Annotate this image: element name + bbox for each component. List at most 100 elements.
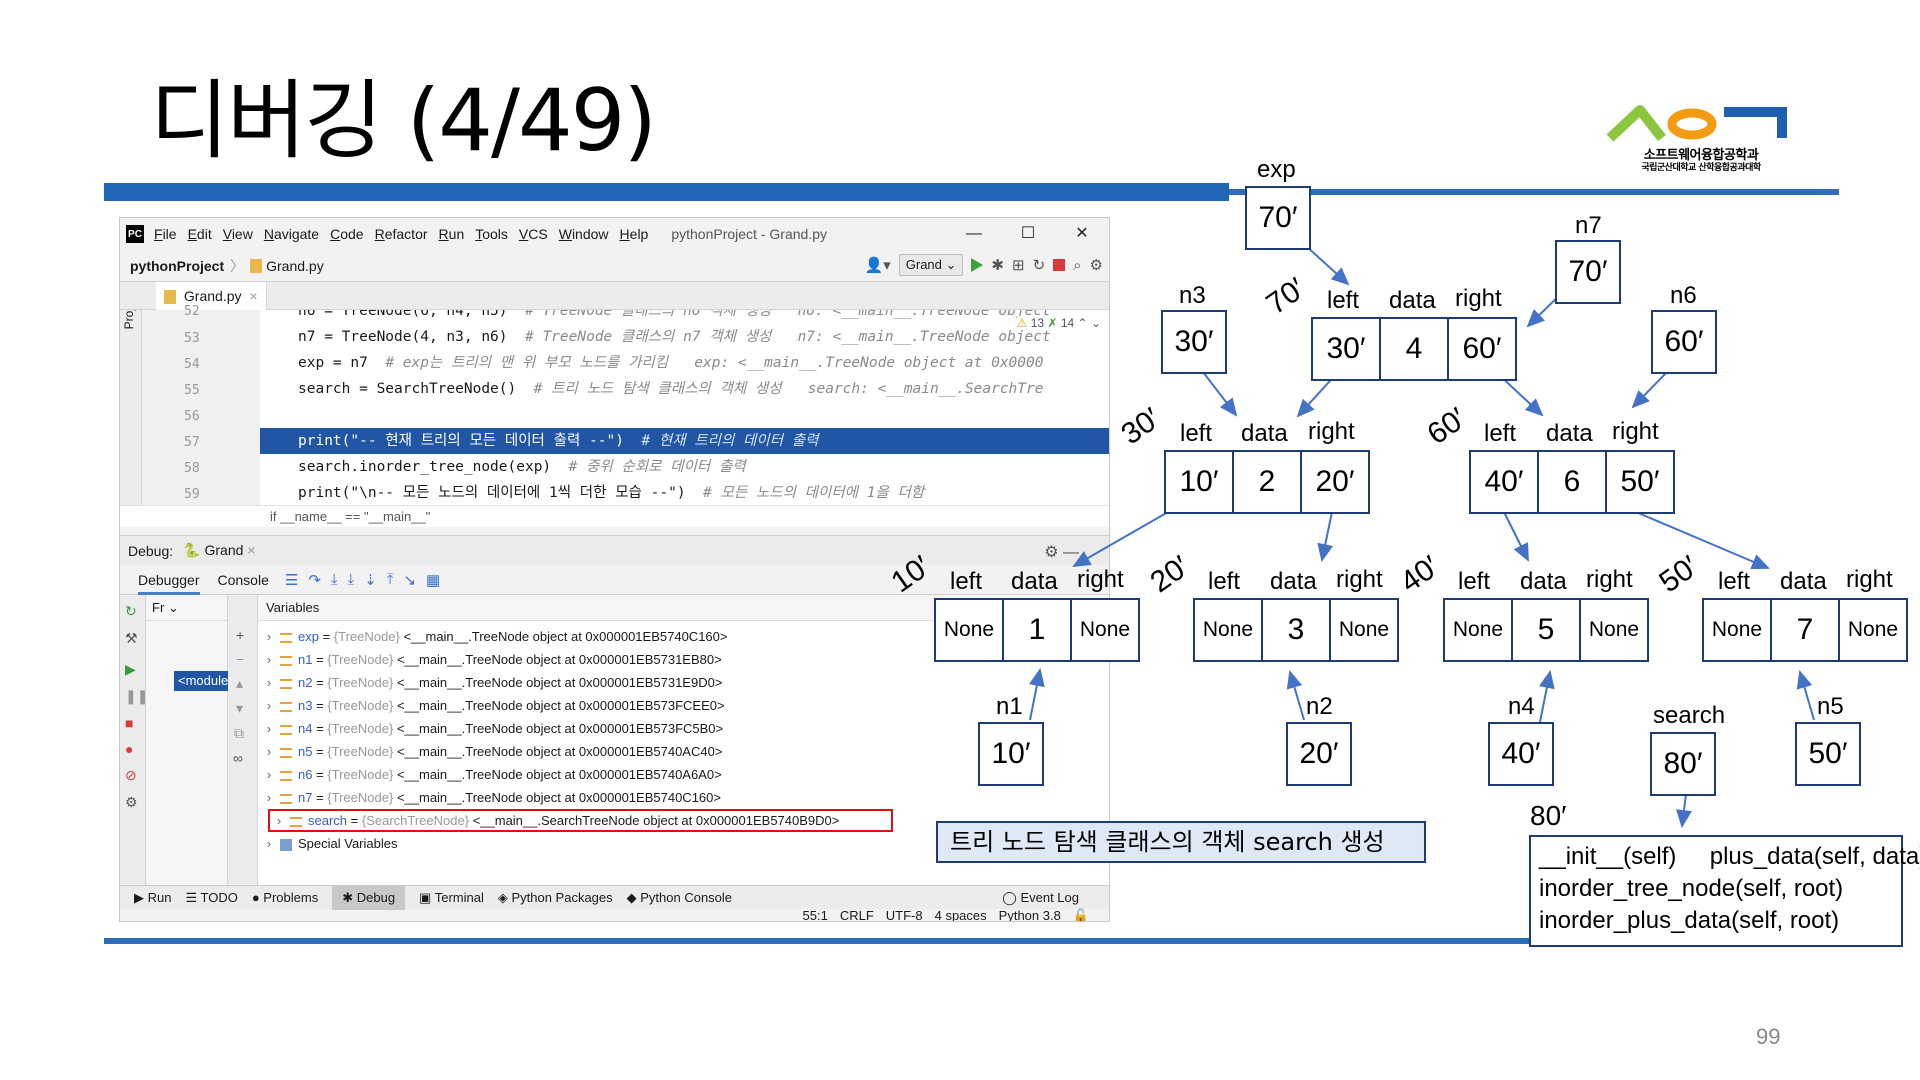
rerun-icon[interactable]: ↻ — [125, 603, 145, 620]
close-tab-icon[interactable]: × — [247, 542, 255, 558]
step-over-icon[interactable]: ↷ — [308, 571, 321, 589]
expand-arrow-icon[interactable]: › — [258, 648, 280, 671]
code-editor[interactable]: n6 = TreeNode(6, n4, n5) # TreeNode 클래스의… — [260, 310, 1109, 505]
menu-vcs[interactable]: VCS — [519, 226, 548, 242]
tool-tab-terminal[interactable]: ▣ Terminal — [419, 890, 484, 906]
menu-tools[interactable]: Tools — [475, 226, 508, 242]
view-breakpoints-icon[interactable]: ● — [125, 741, 145, 757]
breadcrumb-project[interactable]: pythonProject — [130, 258, 224, 274]
expand-arrow-icon[interactable]: › — [268, 809, 290, 832]
expand-arrow-icon[interactable]: › — [258, 786, 280, 809]
inspection-widget[interactable]: ⚠ 13 ✗ 14 ⌃ ⌄ — [1016, 316, 1101, 330]
force-step-icon[interactable]: ⇣ — [364, 571, 377, 589]
weak-warning-icon: ✗ — [1047, 316, 1058, 330]
expand-arrow-icon[interactable]: › — [258, 717, 280, 740]
expand-arrow-icon[interactable]: › — [258, 694, 280, 717]
tab-console[interactable]: Console — [218, 565, 269, 595]
menu-code[interactable]: Code — [330, 226, 363, 242]
pause-icon[interactable]: ❚❚ — [125, 688, 148, 705]
maximize-button[interactable]: ☐ — [1001, 218, 1055, 250]
code-comment: # 모든 노드의 데이터에 1을 더함 — [703, 485, 925, 501]
expand-arrow-icon[interactable]: › — [258, 832, 280, 855]
status-caret[interactable]: 55:1 — [803, 909, 828, 922]
close-tab-icon[interactable]: × — [249, 288, 257, 304]
variable-icon — [290, 816, 302, 827]
variable-icon — [280, 770, 292, 781]
settings-icon[interactable]: ⚙ — [125, 794, 145, 811]
menu-help[interactable]: Help — [620, 226, 649, 242]
stop-icon[interactable] — [1053, 259, 1066, 271]
status-interpreter[interactable]: Python 3.8 — [999, 909, 1061, 922]
table-icon[interactable]: ▦ — [426, 571, 440, 589]
gear-icon[interactable]: ⚙ — [1090, 256, 1103, 274]
variable-row[interactable]: › n7 = {TreeNode} <__main__.TreeNode obje… — [258, 786, 1109, 809]
expand-arrow-icon[interactable]: › — [258, 740, 280, 763]
node-data-field: 5 — [1513, 600, 1581, 660]
variable-value: <__main__.TreeNode object at 0x000001EB5… — [396, 652, 722, 667]
move-down-icon[interactable]: ▾ — [236, 700, 257, 717]
copy-icon[interactable]: ⧉ — [234, 725, 257, 742]
breadcrumb-file[interactable]: Grand.py — [266, 258, 324, 274]
tool-tab-python-packages[interactable]: ◈ Python Packages — [498, 890, 613, 906]
field-label-left: left — [1327, 287, 1360, 314]
step-into-icon[interactable]: ⤓ — [331, 571, 338, 589]
gear-icon[interactable]: ⚙ — — [1044, 542, 1079, 562]
tree-node-10: None 1 None — [934, 598, 1140, 662]
minimize-button[interactable]: — — [947, 218, 1001, 250]
status-encoding[interactable]: UTF-8 — [886, 909, 923, 922]
line-number: 59 — [184, 487, 200, 502]
expand-arrow-icon[interactable]: › — [258, 625, 280, 648]
menu-lines-icon[interactable]: ☰ — [285, 571, 298, 589]
debug-session-tab[interactable]: 🐍 Grand × — [183, 542, 255, 559]
mute-breakpoints-icon[interactable]: ⊘ — [125, 767, 145, 784]
reload-icon[interactable]: ↻ — [1033, 256, 1046, 274]
menu-run[interactable]: Run — [439, 226, 465, 242]
variable-row[interactable]: › n3 = {TreeNode} <__main__.TreeNode obje… — [258, 694, 1109, 717]
status-line-separator[interactable]: CRLF — [840, 909, 874, 922]
run-to-cursor-icon[interactable]: ↘ — [403, 571, 416, 589]
add-watch-icon[interactable]: + — [236, 627, 257, 643]
expand-arrow-icon[interactable]: › — [258, 763, 280, 786]
close-button[interactable]: ✕ — [1055, 218, 1109, 250]
move-up-icon[interactable]: ▴ — [236, 675, 257, 692]
step-into-my-code-icon[interactable]: ⤓ — [348, 571, 355, 589]
lock-icon[interactable]: 🔓 — [1073, 909, 1089, 922]
user-icon[interactable]: 👤▾ — [865, 256, 891, 274]
expand-arrow-icon[interactable]: › — [258, 671, 280, 694]
status-indent[interactable]: 4 spaces — [935, 909, 987, 922]
stop-icon[interactable]: ■ — [125, 715, 145, 731]
step-out-icon[interactable]: ⤒ — [387, 571, 394, 589]
tool-tab-run[interactable]: ▶ Run — [134, 890, 171, 906]
menu-view[interactable]: View — [223, 226, 253, 242]
glasses-icon[interactable]: ∞ — [233, 750, 257, 766]
tool-tab-debug[interactable]: ✱ Debug — [332, 885, 406, 910]
run-icon[interactable] — [971, 258, 984, 272]
debug-bug-icon[interactable]: ✱ — [991, 256, 1004, 274]
menu-file[interactable]: File — [154, 226, 177, 242]
node-data-field: 7 — [1772, 600, 1840, 660]
variable-row[interactable]: › n2 = {TreeNode} <__main__.TreeNode obje… — [258, 671, 1109, 694]
frame-item[interactable]: <module> — [174, 671, 236, 691]
menu-refactor[interactable]: Refactor — [375, 226, 428, 242]
tab-debugger[interactable]: Debugger — [138, 565, 200, 595]
event-log-tab[interactable]: ◯ Event Log — [1002, 890, 1079, 906]
menu-edit[interactable]: Edit — [188, 226, 212, 242]
variable-row-highlighted[interactable]: › search = {SearchTreeNode} <__main__.Sea… — [268, 809, 893, 832]
menu-navigate[interactable]: Navigate — [264, 226, 319, 242]
tool-tab-todo[interactable]: ☰ TODO — [185, 890, 237, 906]
search-icon[interactable]: ⌕ — [1073, 257, 1081, 274]
editor-tabs: Grand.py × — [120, 282, 1109, 310]
remove-watch-icon[interactable]: − — [236, 651, 257, 667]
resume-icon[interactable]: ▶ — [125, 661, 145, 678]
menu-window[interactable]: Window — [559, 226, 609, 242]
code-comment: # 현재 트리의 데이터 출력 — [641, 433, 819, 449]
tool-tab-problems[interactable]: ● Problems — [252, 890, 318, 905]
tool-tab-label: Debug — [356, 889, 396, 905]
wrench-icon[interactable]: ⚒ — [125, 630, 145, 647]
variable-name: n5 — [298, 744, 313, 759]
tool-tab-python-console[interactable]: ◆ Python Console — [627, 890, 732, 906]
variable-name: n1 — [298, 652, 313, 667]
code-breadcrumb[interactable]: if __name__ == "__main__" — [120, 505, 1109, 527]
run-config-select[interactable]: Grand ⌄ — [898, 254, 964, 276]
coverage-icon[interactable]: ⊞ — [1012, 256, 1025, 274]
